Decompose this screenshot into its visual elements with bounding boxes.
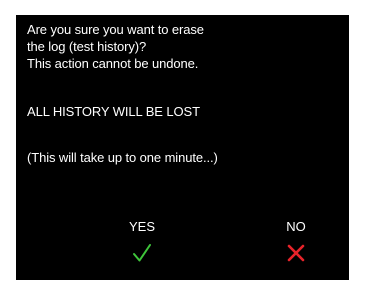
x-icon: [287, 244, 305, 262]
message-line-2: the log (test history)?: [27, 39, 147, 54]
yes-button[interactable]: YES: [112, 215, 172, 275]
yes-label: YES: [128, 219, 155, 234]
confirm-erase-dialog: Are you sure you want to erase the log (…: [16, 15, 349, 280]
no-label: NO: [286, 219, 306, 234]
check-icon: [133, 244, 151, 262]
no-button[interactable]: NO: [266, 215, 326, 275]
warning-text: ALL HISTORY WILL BE LOST: [27, 104, 200, 119]
duration-note: (This will take up to one minute...): [27, 150, 218, 165]
message-line-3: This action cannot be undone.: [27, 56, 199, 71]
message-line-1: Are you sure you want to erase: [27, 22, 204, 37]
